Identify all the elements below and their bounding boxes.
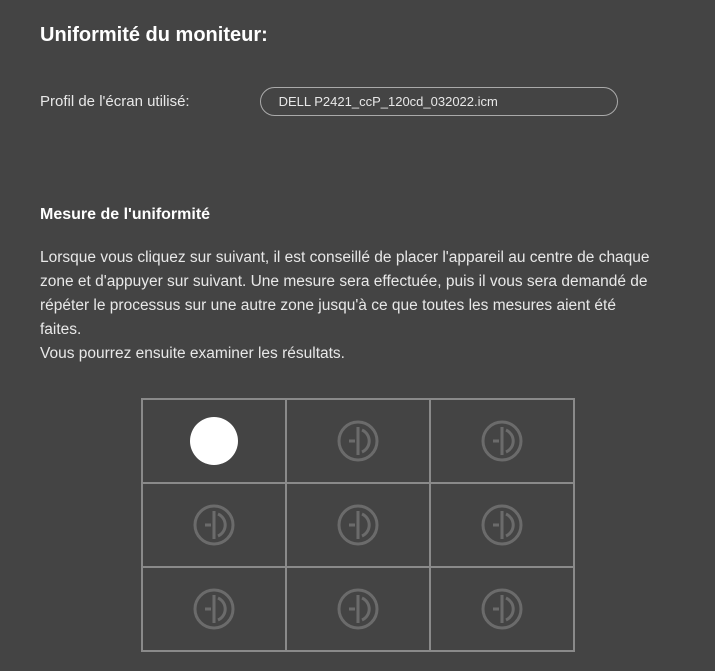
uniformity-zone-cell[interactable] <box>142 399 286 483</box>
instructions-text: Lorsque vous cliquez sur suivant, il est… <box>40 246 660 366</box>
uniformity-zone-grid <box>141 398 575 652</box>
sensor-placeholder-icon <box>336 587 380 631</box>
sensor-placeholder-icon <box>336 503 380 547</box>
uniformity-zone-cell[interactable] <box>286 399 430 483</box>
sensor-placeholder-icon <box>480 503 524 547</box>
section-heading: Mesure de l'uniformité <box>40 206 675 224</box>
uniformity-zone-cell[interactable] <box>142 483 286 567</box>
sensor-placeholder-icon <box>192 587 236 631</box>
uniformity-zone-cell[interactable] <box>142 567 286 651</box>
profile-row: Profil de l'écran utilisé: DELL P2421_cc… <box>40 87 675 116</box>
active-zone-indicator-icon <box>190 417 238 465</box>
uniformity-zone-cell[interactable] <box>286 567 430 651</box>
page-title: Uniformité du moniteur: <box>40 24 675 47</box>
sensor-placeholder-icon <box>336 419 380 463</box>
sensor-placeholder-icon <box>192 503 236 547</box>
profile-value-field[interactable]: DELL P2421_ccP_120cd_032022.icm <box>260 87 618 116</box>
uniformity-zone-cell[interactable] <box>286 483 430 567</box>
sensor-placeholder-icon <box>480 587 524 631</box>
uniformity-zone-cell[interactable] <box>430 483 574 567</box>
uniformity-zone-cell[interactable] <box>430 399 574 483</box>
sensor-placeholder-icon <box>480 419 524 463</box>
uniformity-zone-cell[interactable] <box>430 567 574 651</box>
profile-label: Profil de l'écran utilisé: <box>40 93 190 110</box>
